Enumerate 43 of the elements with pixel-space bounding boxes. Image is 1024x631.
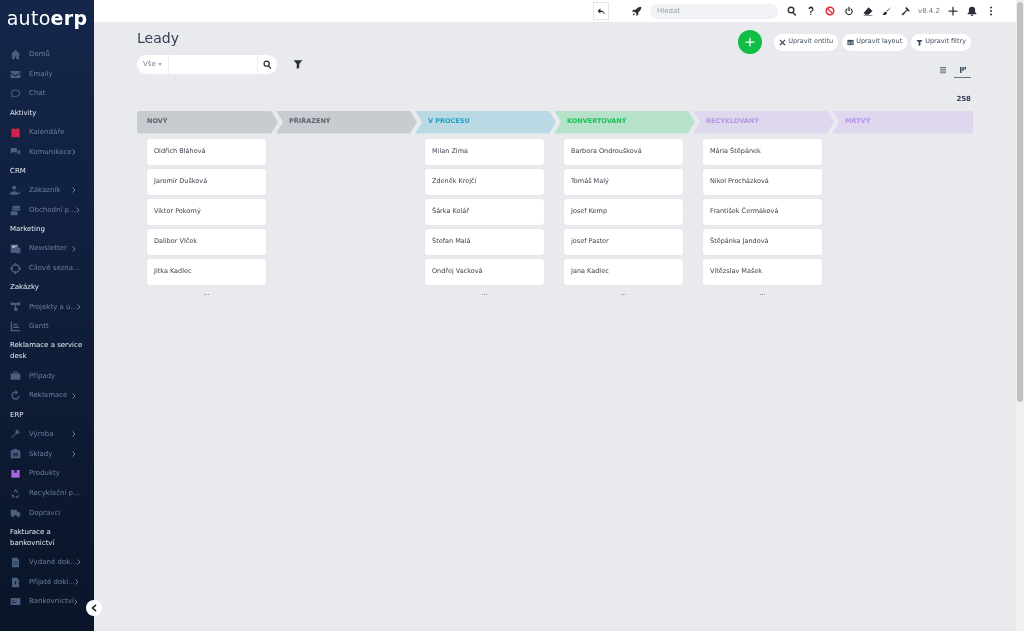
plus-icon: [745, 37, 756, 47]
chart-icon: [10, 321, 21, 333]
undo-button[interactable]: [593, 2, 610, 20]
brush-icon: [881, 6, 892, 16]
caret-icon: [157, 62, 162, 66]
table-icon: [847, 38, 855, 46]
home-icon: [10, 48, 21, 60]
calendar-icon: [10, 126, 21, 138]
page-title: Leady: [137, 30, 180, 47]
list-icon: [938, 65, 947, 74]
bank-card-icon: [10, 596, 21, 608]
search-icon: [786, 6, 797, 16]
kanban-icon: [958, 65, 967, 74]
funnel-icon: [293, 59, 303, 70]
logo: autoerp: [5, 6, 89, 31]
wrench-icon: [10, 428, 21, 440]
undo-icon: [596, 6, 606, 16]
filter-button[interactable]: [293, 59, 303, 70]
collapse-sidebar-button[interactable]: [86, 600, 102, 616]
envelope-icon: [10, 68, 21, 80]
redo-icon: [10, 390, 21, 402]
rocket-icon: [631, 6, 642, 16]
plus-icon: [947, 6, 958, 16]
truck-icon: [10, 507, 21, 519]
document-icon: [10, 576, 21, 588]
bell-icon: [966, 6, 977, 16]
chevron-left-icon: [91, 604, 97, 612]
warehouse-icon: [10, 448, 21, 460]
newsletter-icon: [10, 243, 21, 255]
funnel-icon: [916, 38, 924, 46]
invoice-icon: [10, 556, 21, 568]
search-icon: [263, 59, 272, 69]
chat-bubble-icon: [10, 88, 21, 100]
blocked-icon: [824, 6, 835, 16]
briefcase-icon: [10, 370, 21, 382]
sitemap-icon: [10, 301, 21, 313]
eraser-icon: [862, 6, 873, 16]
box-icon: [10, 468, 21, 480]
scrollbar-thumb[interactable]: [1017, 2, 1023, 402]
crosshair-icon: [10, 262, 21, 274]
user-icon: [10, 184, 21, 196]
power-icon: [843, 6, 854, 16]
hammer-icon: [900, 6, 911, 16]
